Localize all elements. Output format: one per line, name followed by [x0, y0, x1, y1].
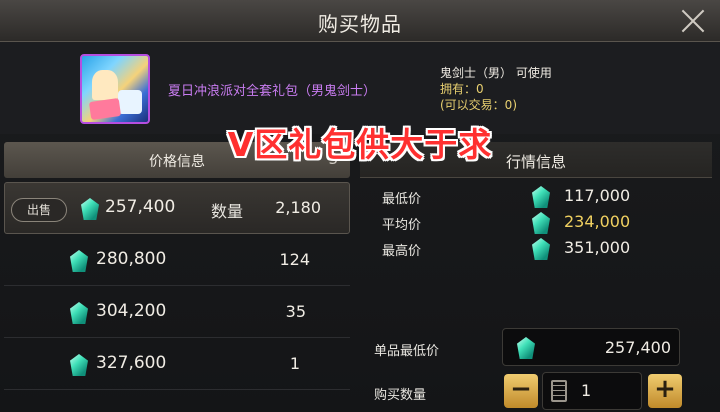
- purchase-quantity-label: 购买数量: [374, 388, 427, 403]
- calculator-icon[interactable]: [551, 380, 567, 402]
- overlay-caption: V区礼包供大于求: [227, 125, 493, 164]
- decrease-quantity-button[interactable]: −: [504, 374, 538, 408]
- row-quantity: 35: [285, 302, 306, 321]
- max-price-value: 351,000: [564, 238, 631, 257]
- row-price: 304,200: [96, 301, 167, 321]
- gem-icon: [70, 250, 88, 272]
- price-row[interactable]: 280,800 124: [4, 234, 350, 286]
- increase-quantity-button[interactable]: +: [648, 374, 682, 408]
- close-icon[interactable]: [680, 8, 706, 34]
- quantity-input[interactable]: 1: [542, 372, 642, 410]
- item-name: 夏日冲浪派对全套礼包（男鬼剑士）: [168, 84, 377, 99]
- price-list-panel: 价格信息 3 出售 257,400 数量 2,180 280,800 124 3…: [0, 142, 352, 412]
- row-quantity: 124: [279, 250, 310, 269]
- row-price: 327,600: [96, 353, 167, 373]
- price-row[interactable]: 304,200 35: [4, 286, 350, 338]
- gem-icon: [70, 354, 88, 376]
- row-price: 257,400: [105, 197, 176, 217]
- item-usable-by: 鬼剑士（男） 可使用: [440, 66, 552, 80]
- item-owned-count: 拥有：0: [440, 82, 484, 96]
- purchase-dialog: 购买物品 夏日冲浪派对全套礼包（男鬼剑士） 鬼剑士（男） 可使用 拥有：0 (可…: [0, 0, 720, 412]
- price-row[interactable]: 327,600 1: [4, 338, 350, 390]
- avg-price-label: 平均价: [382, 218, 422, 233]
- item-tradeable-count: (可以交易：0): [440, 98, 517, 112]
- quantity-value: 1: [581, 381, 592, 400]
- min-price-value: 117,000: [564, 186, 631, 205]
- row-price: 280,800: [96, 249, 167, 269]
- gem-icon: [81, 198, 99, 220]
- row-quantity: 2,180: [275, 198, 321, 217]
- market-panel: 行情信息 最低价 117,000 平均价 234,000 最高价 351,000…: [360, 142, 720, 412]
- unit-min-price-value: 257,400: [604, 338, 671, 357]
- unit-min-price-field: 257,400: [502, 328, 680, 366]
- gem-icon: [532, 238, 550, 260]
- dialog-title: 购买物品: [318, 12, 402, 36]
- avg-price-value: 234,000: [564, 212, 631, 231]
- gem-icon: [532, 186, 550, 208]
- max-price-label: 最高价: [382, 244, 422, 259]
- gem-icon: [517, 337, 535, 359]
- min-price-label: 最低价: [382, 192, 422, 207]
- title-bar: 购买物品: [0, 0, 720, 42]
- price-row[interactable]: 出售 257,400 数量 2,180: [4, 182, 350, 234]
- sell-button[interactable]: 出售: [11, 198, 67, 222]
- item-thumbnail: [80, 54, 150, 124]
- quantity-label: 数量: [211, 202, 244, 221]
- row-quantity: 1: [289, 354, 300, 373]
- gem-icon: [532, 212, 550, 234]
- gem-icon: [70, 302, 88, 324]
- unit-min-price-label: 单品最低价: [374, 344, 440, 359]
